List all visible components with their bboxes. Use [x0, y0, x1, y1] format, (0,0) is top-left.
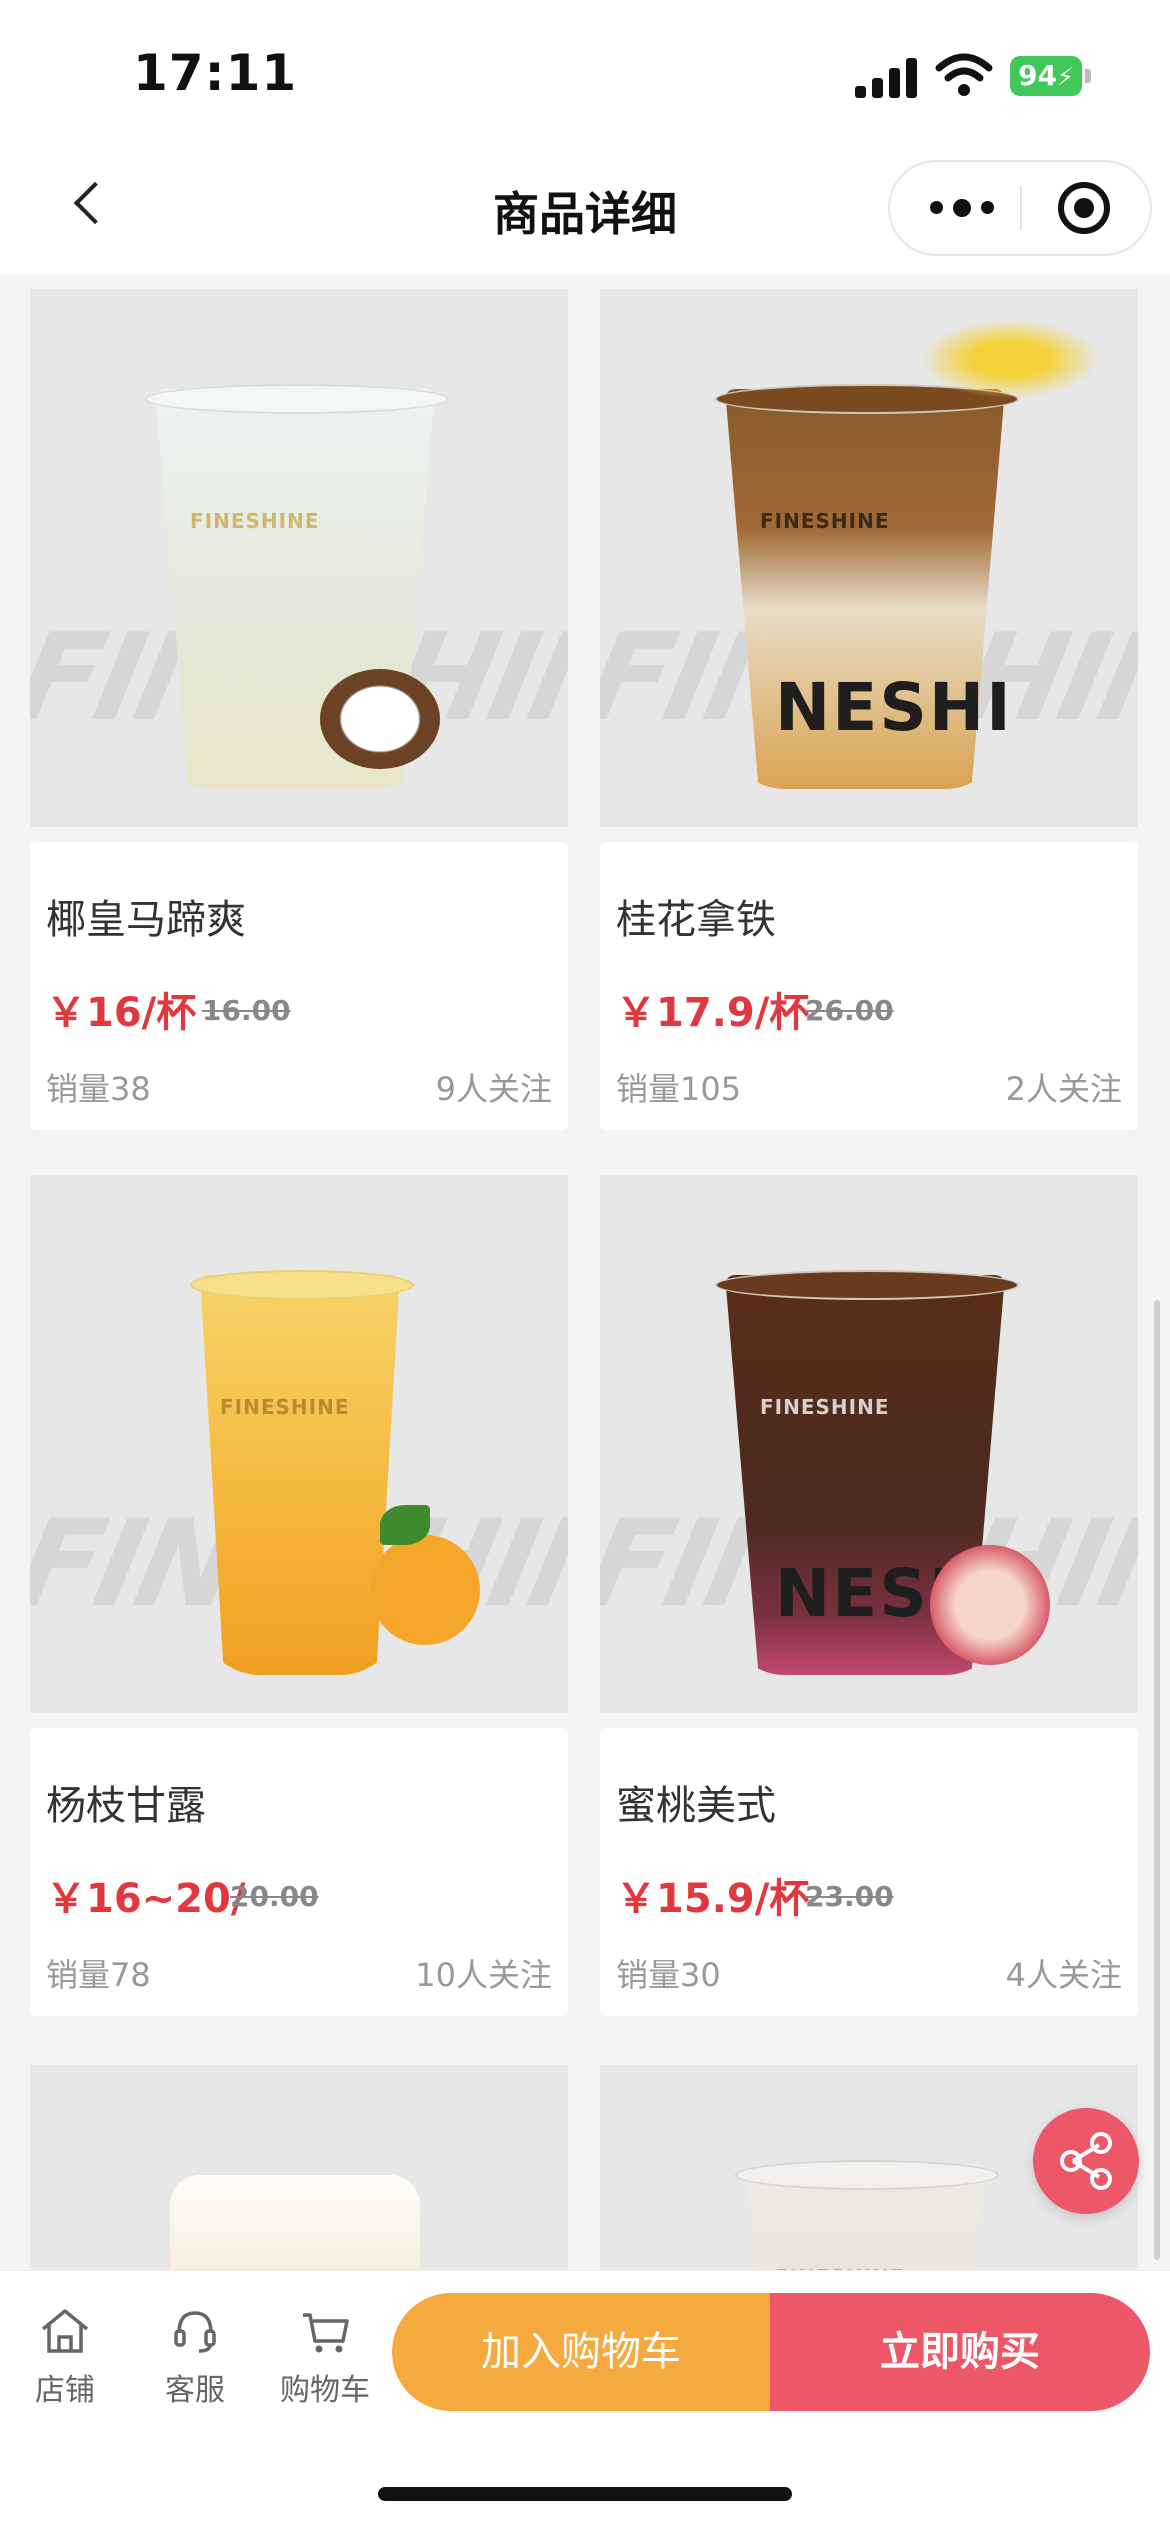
- mango-illustration: [370, 1535, 480, 1645]
- cup-lid: [735, 2160, 999, 2190]
- product-price: ￥17.9/杯: [616, 990, 810, 1036]
- cup-lid: [715, 1270, 1019, 1300]
- nav-bar: 商品详细: [0, 150, 1170, 275]
- cup-lid: [190, 1270, 414, 1300]
- cup-print: NESHI: [775, 669, 1013, 746]
- product-info: 桂花拿铁 ￥17.9/杯 26.00 销量105 2人关注: [600, 842, 1138, 1130]
- sales-count: 销量105: [616, 1070, 742, 1108]
- cup-brand: FINESHINE: [760, 509, 890, 533]
- share-icon: [1060, 2132, 1112, 2190]
- follower-count: 4人关注: [1005, 1956, 1122, 1994]
- follower-count: 2人关注: [1005, 1070, 1122, 1108]
- cup-shape: [170, 2175, 420, 2270]
- follower-count: 10人关注: [415, 1956, 552, 1994]
- bottom-action-bar: 店铺 客服 购物车 加入购物车 立即购买: [0, 2270, 1170, 2533]
- close-target-icon[interactable]: [1058, 182, 1110, 234]
- product-name: 桂花拿铁: [616, 897, 776, 943]
- product-image: FINESHINE FINESHINE NESHI: [600, 1175, 1138, 1713]
- cart-icon: [303, 2313, 349, 2353]
- sales-count: 销量78: [46, 1956, 151, 1994]
- home-indicator: [378, 2487, 792, 2501]
- tab-cart[interactable]: 购物车: [270, 2303, 380, 2409]
- product-price: ￥16/杯: [46, 990, 197, 1036]
- original-price: 23.00: [805, 1880, 894, 1913]
- customer-service-icon: [174, 2311, 216, 2353]
- product-image: FINESHINE FINESHINE: [30, 1175, 568, 1713]
- product-name: 杨枝甘露: [46, 1783, 206, 1829]
- product-name: 蜜桃美式: [616, 1783, 776, 1829]
- scrollbar[interactable]: [1154, 1300, 1160, 2260]
- battery-icon: 94⚡: [1010, 56, 1082, 96]
- battery-level: 94: [1018, 59, 1058, 92]
- product-price: ￥16~20/: [46, 1876, 246, 1922]
- product-image: [30, 2065, 568, 2270]
- osmanthus-illustration: [920, 319, 1100, 399]
- peach-illustration: [930, 1545, 1050, 1665]
- product-image: FINESHINE FINESHINE: [30, 289, 568, 827]
- follower-count: 9人关注: [435, 1070, 552, 1108]
- tab-label: 购物车: [280, 2373, 370, 2408]
- product-info: 蜜桃美式 ￥15.9/杯 23.00 销量30 4人关注: [600, 1728, 1138, 2016]
- product-name: 椰皇马蹄爽: [46, 897, 246, 943]
- sales-count: 销量30: [616, 1956, 721, 1994]
- more-menu-icon[interactable]: [930, 192, 1000, 224]
- share-button[interactable]: [1033, 2108, 1139, 2214]
- tab-customer-service[interactable]: 客服: [140, 2303, 250, 2409]
- battery-tip: [1085, 69, 1091, 83]
- action-buttons: 加入购物车 立即购买: [392, 2293, 1150, 2411]
- cellular-signal-icon: [855, 58, 917, 98]
- product-price: ￥15.9/杯: [616, 1876, 810, 1922]
- original-price: 20.00: [230, 1880, 319, 1913]
- leaf-illustration: [380, 1505, 430, 1545]
- original-price: 16.00: [202, 994, 291, 1027]
- wifi-icon: [935, 53, 993, 96]
- product-image: FINESHINE FINESHINE NESHI: [600, 289, 1138, 827]
- status-bar: 17:11 94⚡: [0, 0, 1170, 150]
- capsule-divider: [1020, 186, 1022, 230]
- add-to-cart-button[interactable]: 加入购物车: [392, 2293, 770, 2411]
- original-price: 26.00: [805, 994, 894, 1027]
- coconut-illustration: [320, 669, 440, 769]
- tab-store[interactable]: 店铺: [10, 2303, 120, 2409]
- cup-brand: FINESHINE: [220, 1395, 350, 1419]
- status-time: 17:11: [133, 44, 298, 102]
- sales-count: 销量38: [46, 1070, 151, 1108]
- buy-now-button[interactable]: 立即购买: [770, 2293, 1150, 2411]
- cup-lid: [145, 384, 449, 414]
- tab-label: 客服: [165, 2373, 225, 2408]
- product-grid: FINESHINE FINESHINE 椰皇马蹄爽 ￥16/杯 16.00 销量…: [0, 275, 1170, 2270]
- cup-brand: FINESHINE: [190, 509, 320, 533]
- product-info: 杨枝甘露 ￥16~20/ 20.00 销量78 10人关注: [30, 1728, 568, 2016]
- cup-brand: FINESHINE: [760, 1395, 890, 1419]
- tab-label: 店铺: [35, 2373, 95, 2408]
- cup-shape: [200, 1275, 400, 1675]
- product-info: 椰皇马蹄爽 ￥16/杯 16.00 销量38 9人关注: [30, 842, 568, 1130]
- mini-program-capsule: [888, 160, 1152, 256]
- store-icon: [41, 2309, 89, 2353]
